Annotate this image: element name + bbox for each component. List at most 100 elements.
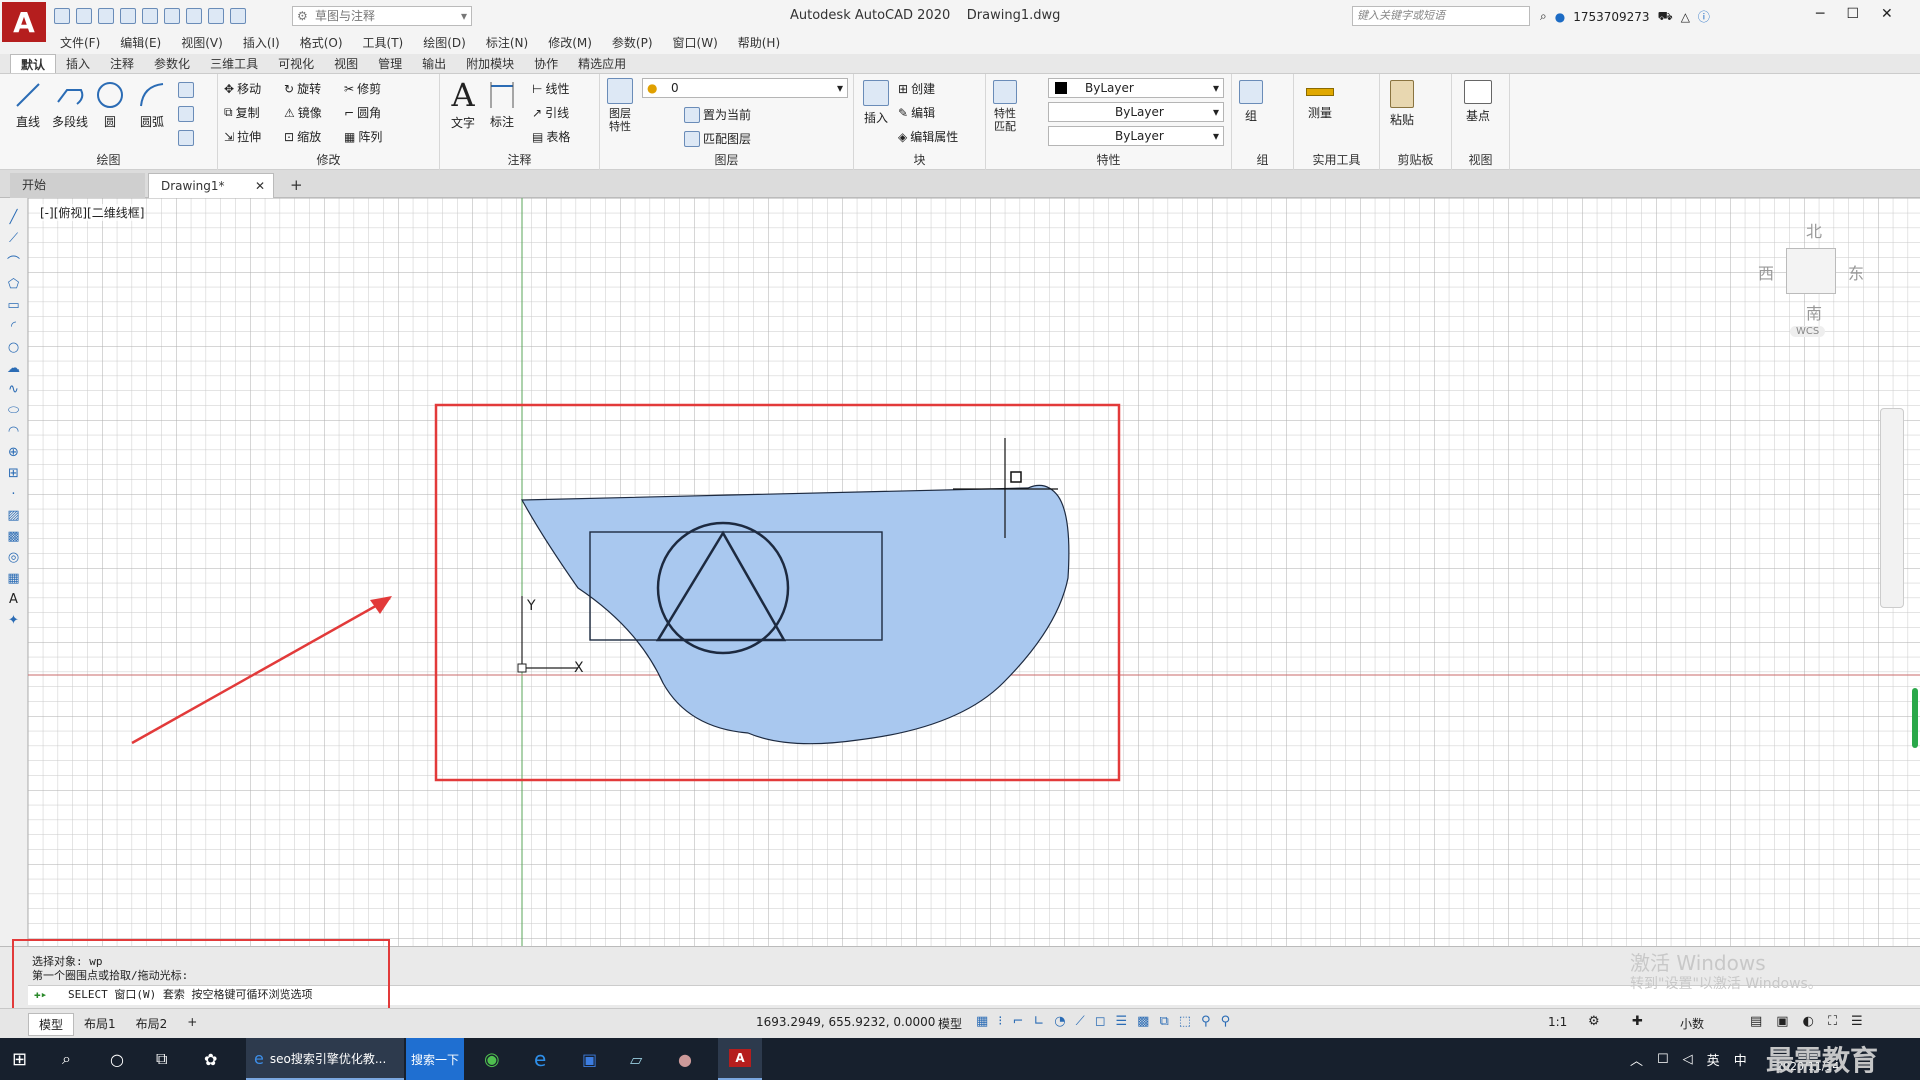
menu-view[interactable]: 视图(V) — [171, 32, 233, 54]
leader-button[interactable]: ↗ 引线 — [532, 104, 569, 121]
pinwheel-app-icon[interactable]: ✿ — [204, 1038, 217, 1080]
isodraft-icon[interactable]: ⟋ — [1076, 1014, 1085, 1029]
model-space[interactable]: Y X — [28, 198, 1920, 946]
save-as-icon[interactable] — [120, 8, 136, 24]
volume-icon[interactable]: ◁ — [1683, 1052, 1693, 1067]
tab-view[interactable]: 视图 — [324, 54, 368, 73]
menu-format[interactable]: 格式(O) — [290, 32, 353, 54]
insert-block-button[interactable]: 插入 — [858, 80, 894, 126]
menu-modify[interactable]: 修改(M) — [538, 32, 602, 54]
dimension-button[interactable]: 标注 — [484, 80, 520, 130]
table-tool-icon[interactable]: ▦ — [7, 571, 19, 586]
edge-icon[interactable]: e — [534, 1038, 546, 1080]
maximize-icon[interactable]: ☐ — [1846, 6, 1859, 22]
compass-east[interactable]: 东 — [1848, 260, 1864, 284]
gradient-button[interactable] — [178, 130, 194, 146]
color-dropdown[interactable]: ByLayer ▾ — [1048, 78, 1224, 98]
panel-title-clipboard[interactable]: 剪贴板 — [1380, 151, 1451, 168]
user-icon[interactable]: ● — [1555, 10, 1565, 24]
panel-title-modify[interactable]: 修改 — [218, 151, 439, 168]
user-id[interactable]: 1753709273 — [1573, 10, 1649, 24]
viewcube[interactable]: 北 西 东 南 WCS — [1758, 218, 1868, 348]
menu-edit[interactable]: 编辑(E) — [110, 32, 171, 54]
ellipse-arc-tool-icon[interactable]: ◠ — [8, 424, 19, 439]
tab-visualize[interactable]: 可视化 — [268, 54, 324, 73]
menu-dimension[interactable]: 标注(N) — [476, 32, 538, 54]
layer-dropdown[interactable]: ● 0 ▾ — [642, 78, 848, 98]
wcs-menu[interactable]: WCS — [1790, 326, 1826, 337]
move-button[interactable]: ✥ 移动 — [224, 80, 261, 97]
panel-title-block[interactable]: 块 — [854, 151, 985, 168]
snap-toggle-icon[interactable]: ⁝ — [998, 1014, 1002, 1029]
polyline-button[interactable]: 多段线 — [48, 80, 92, 130]
menu-draw[interactable]: 绘图(D) — [413, 32, 476, 54]
tab-start[interactable]: 开始 — [10, 173, 145, 198]
panel-title-groups[interactable]: 组 — [1232, 151, 1293, 168]
compass-north[interactable]: 北 — [1806, 218, 1822, 242]
table-button[interactable]: ▤ 表格 — [532, 128, 570, 145]
array-button[interactable]: ▦ 阵列 — [344, 128, 382, 145]
panel-title-draw[interactable]: 绘图 — [0, 151, 217, 168]
customization-icon[interactable]: ☰ — [1851, 1014, 1863, 1029]
clean-screen-icon[interactable]: ⛶ — [1828, 1014, 1837, 1029]
media-app-icon[interactable]: ● — [678, 1038, 692, 1080]
new-tab-button[interactable]: + — [278, 173, 315, 198]
create-block-button[interactable]: ⊞ 创建 — [898, 80, 935, 97]
linetype-dropdown[interactable]: ByLayer ▾ — [1048, 102, 1224, 122]
polar-icon[interactable]: ◔ — [1054, 1014, 1065, 1029]
windows-start-icon[interactable]: ⊞ — [12, 1038, 27, 1080]
web-open-icon[interactable] — [142, 8, 158, 24]
new-icon[interactable] — [54, 8, 70, 24]
tab-insert[interactable]: 插入 — [56, 54, 100, 73]
annotation-monitor-icon[interactable]: ✚ — [1632, 1014, 1643, 1029]
compass-south[interactable]: 南 — [1806, 300, 1822, 324]
quick-properties-icon[interactable]: ▤ — [1750, 1014, 1762, 1029]
units-selector[interactable]: 小数 — [1680, 1015, 1704, 1032]
make-block-tool-icon[interactable]: ⊞ — [8, 466, 19, 481]
make-current-button[interactable]: 置为当前 — [684, 106, 751, 123]
menu-insert[interactable]: 插入(I) — [233, 32, 290, 54]
tab-addins[interactable]: 附加模块 — [456, 54, 524, 73]
minimize-icon[interactable]: ─ — [1816, 6, 1824, 22]
add-selected-icon[interactable]: ✦ — [8, 613, 19, 628]
osnap-icon[interactable]: ◻ — [1095, 1014, 1106, 1029]
tab-parametric[interactable]: 参数化 — [144, 54, 200, 73]
menu-file[interactable]: 文件(F) — [50, 32, 110, 54]
coordinates-readout[interactable]: 1693.2949, 655.9232, 0.0000 — [756, 1015, 935, 1029]
stretch-button[interactable]: ⇲ 拉伸 — [224, 128, 261, 145]
3d-osnap-icon[interactable]: ⬚ — [1179, 1014, 1191, 1029]
rotate-button[interactable]: ↻ 旋转 — [284, 80, 321, 97]
tab-annotate[interactable]: 注释 — [100, 54, 144, 73]
viewport-controls[interactable]: [-][俯视][二维线框] — [40, 204, 145, 221]
paste-button[interactable]: 粘贴 — [1384, 80, 1420, 128]
tab-featured-apps[interactable]: 精选应用 — [568, 54, 636, 73]
grid-toggle-icon[interactable]: ▦ — [976, 1014, 988, 1029]
circle-tool-icon[interactable]: ○ — [8, 340, 19, 355]
revcloud-tool-icon[interactable]: ☁ — [7, 361, 20, 376]
workspace-switch-icon[interactable]: ⚙ — [1588, 1014, 1600, 1029]
drawing-canvas[interactable]: Y X [-][俯视][二维线框] 北 西 东 南 WCS — [28, 198, 1920, 946]
viewcube-top-face[interactable] — [1786, 248, 1836, 294]
arc-button[interactable]: 圆弧 — [132, 80, 172, 130]
search-icon[interactable]: ⌕ — [62, 1038, 71, 1080]
scroll-indicator[interactable] — [1912, 688, 1918, 748]
taskbar-search-button[interactable]: 搜索一下 — [406, 1038, 464, 1080]
panel-title-utilities[interactable]: 实用工具 — [1294, 151, 1379, 168]
construction-line-icon[interactable]: ⟋ — [9, 231, 18, 246]
spline-tool-icon[interactable]: ∿ — [8, 382, 19, 397]
ortho-icon[interactable]: ∟ — [1033, 1014, 1044, 1029]
open-icon[interactable] — [76, 8, 92, 24]
menu-tools[interactable]: 工具(T) — [353, 32, 414, 54]
text-button[interactable]: A 文字 — [446, 76, 480, 131]
arc-tool-icon[interactable]: ◜ — [11, 319, 16, 334]
tab-3d-tools[interactable]: 三维工具 — [200, 54, 268, 73]
taskbar-browser-window[interactable]: e seo搜索引擎优化教... — [246, 1038, 404, 1080]
lineweight-dropdown[interactable]: ByLayer ▾ — [1048, 126, 1224, 146]
autocad-taskbar-icon[interactable]: A — [718, 1038, 762, 1080]
print-icon[interactable] — [186, 8, 202, 24]
menu-window[interactable]: 窗口(W) — [663, 32, 728, 54]
compass-west[interactable]: 西 — [1758, 260, 1774, 284]
copy-button[interactable]: ⧉ 复制 — [224, 104, 260, 121]
autocad-logo[interactable]: A — [2, 2, 46, 42]
tab-manage[interactable]: 管理 — [368, 54, 412, 73]
